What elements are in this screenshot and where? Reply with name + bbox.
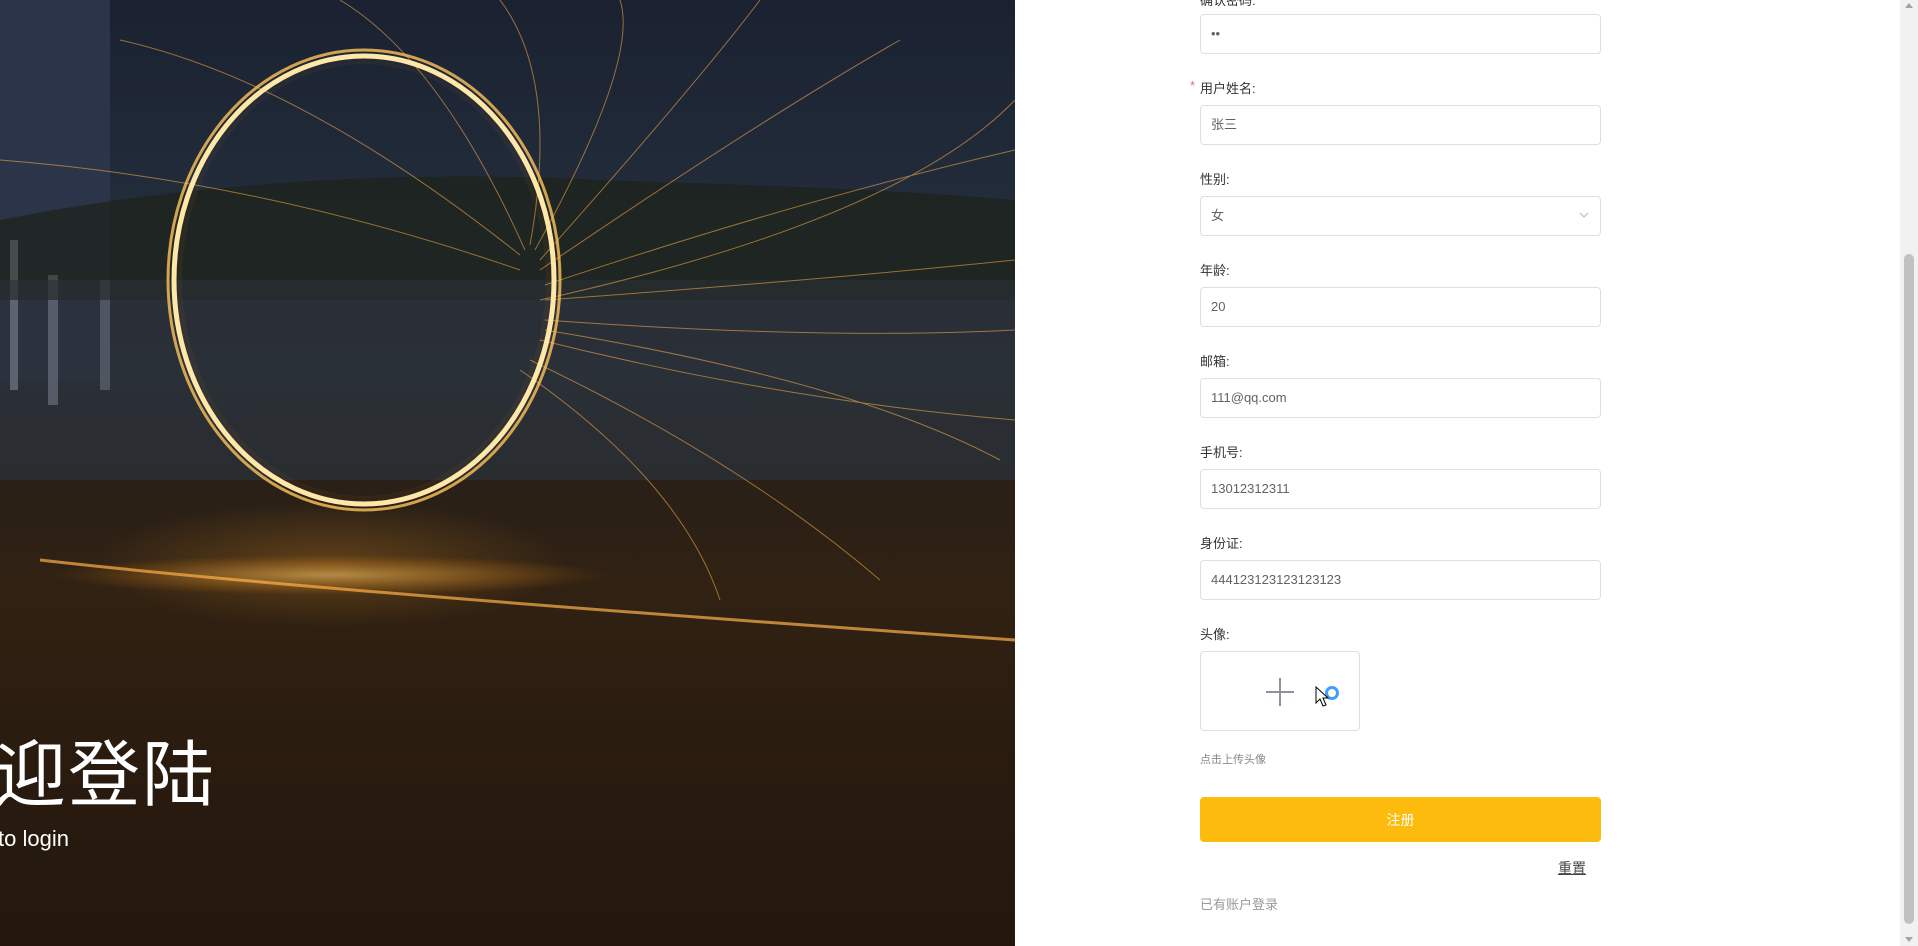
id-card-input[interactable]: 444123123123123123 bbox=[1200, 560, 1601, 600]
age-input[interactable]: 20 bbox=[1200, 287, 1601, 327]
mouse-cursor-icon bbox=[1315, 685, 1339, 707]
age-value: 20 bbox=[1211, 299, 1226, 314]
hero-panel: 迎登陆 to login bbox=[0, 0, 1015, 946]
gender-value: 女 bbox=[1211, 208, 1225, 223]
confirm-password-value: •• bbox=[1211, 26, 1221, 41]
confirm-password-label: 确认密码: bbox=[1200, 0, 1256, 8]
page-scrollbar[interactable] bbox=[1900, 0, 1918, 946]
confirm-password-input[interactable]: •• bbox=[1200, 14, 1601, 54]
avatar-uploader[interactable] bbox=[1200, 651, 1360, 731]
name-label-text: 用户姓名: bbox=[1200, 81, 1256, 96]
email-label: 邮箱: bbox=[1200, 354, 1230, 369]
email-input[interactable]: 111@qq.com bbox=[1200, 378, 1601, 418]
id-card-label: 身份证: bbox=[1200, 536, 1243, 551]
login-link[interactable]: 已有账户登录 bbox=[1200, 894, 1278, 913]
gender-label: 性别: bbox=[1200, 172, 1230, 187]
phone-label: 手机号: bbox=[1200, 445, 1243, 460]
name-value: 张三 bbox=[1211, 117, 1238, 132]
plus-icon bbox=[1266, 678, 1294, 706]
email-value: 111@qq.com bbox=[1211, 390, 1287, 405]
phone-value: 13012312311 bbox=[1211, 481, 1290, 496]
name-input[interactable]: 张三 bbox=[1200, 105, 1601, 145]
phone-input[interactable]: 13012312311 bbox=[1200, 469, 1601, 509]
id-card-value: 444123123123123123 bbox=[1211, 572, 1342, 587]
avatar-hint: 点击上传头像 bbox=[1200, 754, 1266, 766]
scroll-down-icon[interactable] bbox=[1905, 937, 1913, 942]
hero-title: 迎登陆 bbox=[0, 733, 217, 817]
reset-link[interactable]: 重置 bbox=[1558, 858, 1586, 878]
scrollbar-thumb[interactable] bbox=[1904, 254, 1914, 924]
scroll-up-icon[interactable] bbox=[1905, 3, 1913, 8]
age-label: 年龄: bbox=[1200, 263, 1230, 278]
register-button[interactable]: 注册 bbox=[1200, 797, 1601, 842]
gender-select[interactable]: 女 bbox=[1200, 196, 1601, 236]
required-mark: * bbox=[1190, 78, 1196, 93]
avatar-label: 头像: bbox=[1200, 627, 1230, 642]
name-label: * 用户姓名: bbox=[1190, 78, 1256, 97]
chevron-down-icon bbox=[1578, 197, 1590, 250]
hero-subtitle: to login bbox=[0, 826, 69, 851]
